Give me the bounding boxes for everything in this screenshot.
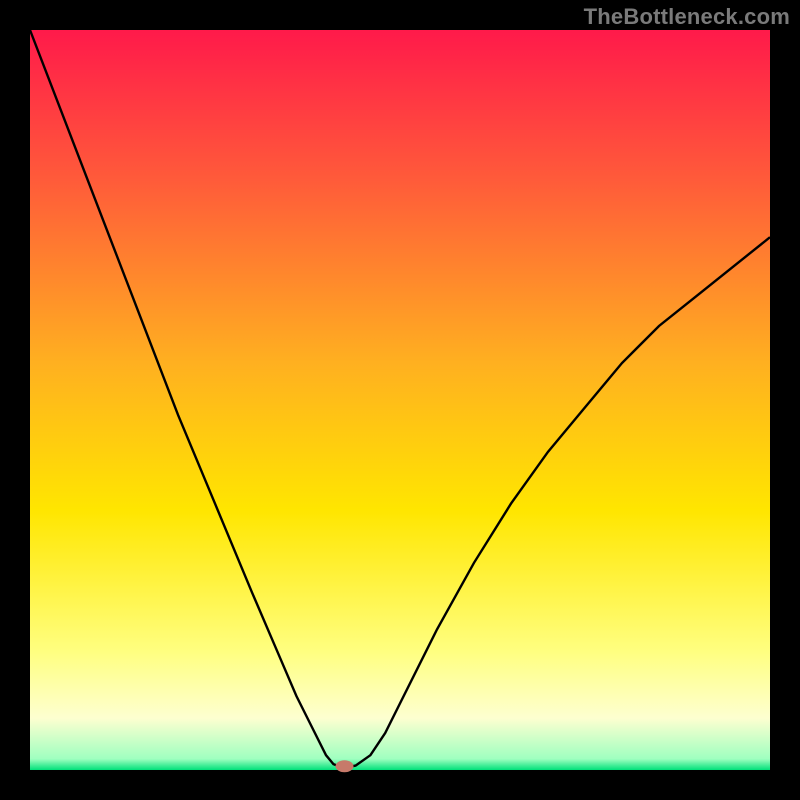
optimum-marker <box>336 760 354 772</box>
chart-frame: TheBottleneck.com <box>0 0 800 800</box>
bottleneck-chart <box>0 0 800 800</box>
plot-background <box>30 30 770 770</box>
